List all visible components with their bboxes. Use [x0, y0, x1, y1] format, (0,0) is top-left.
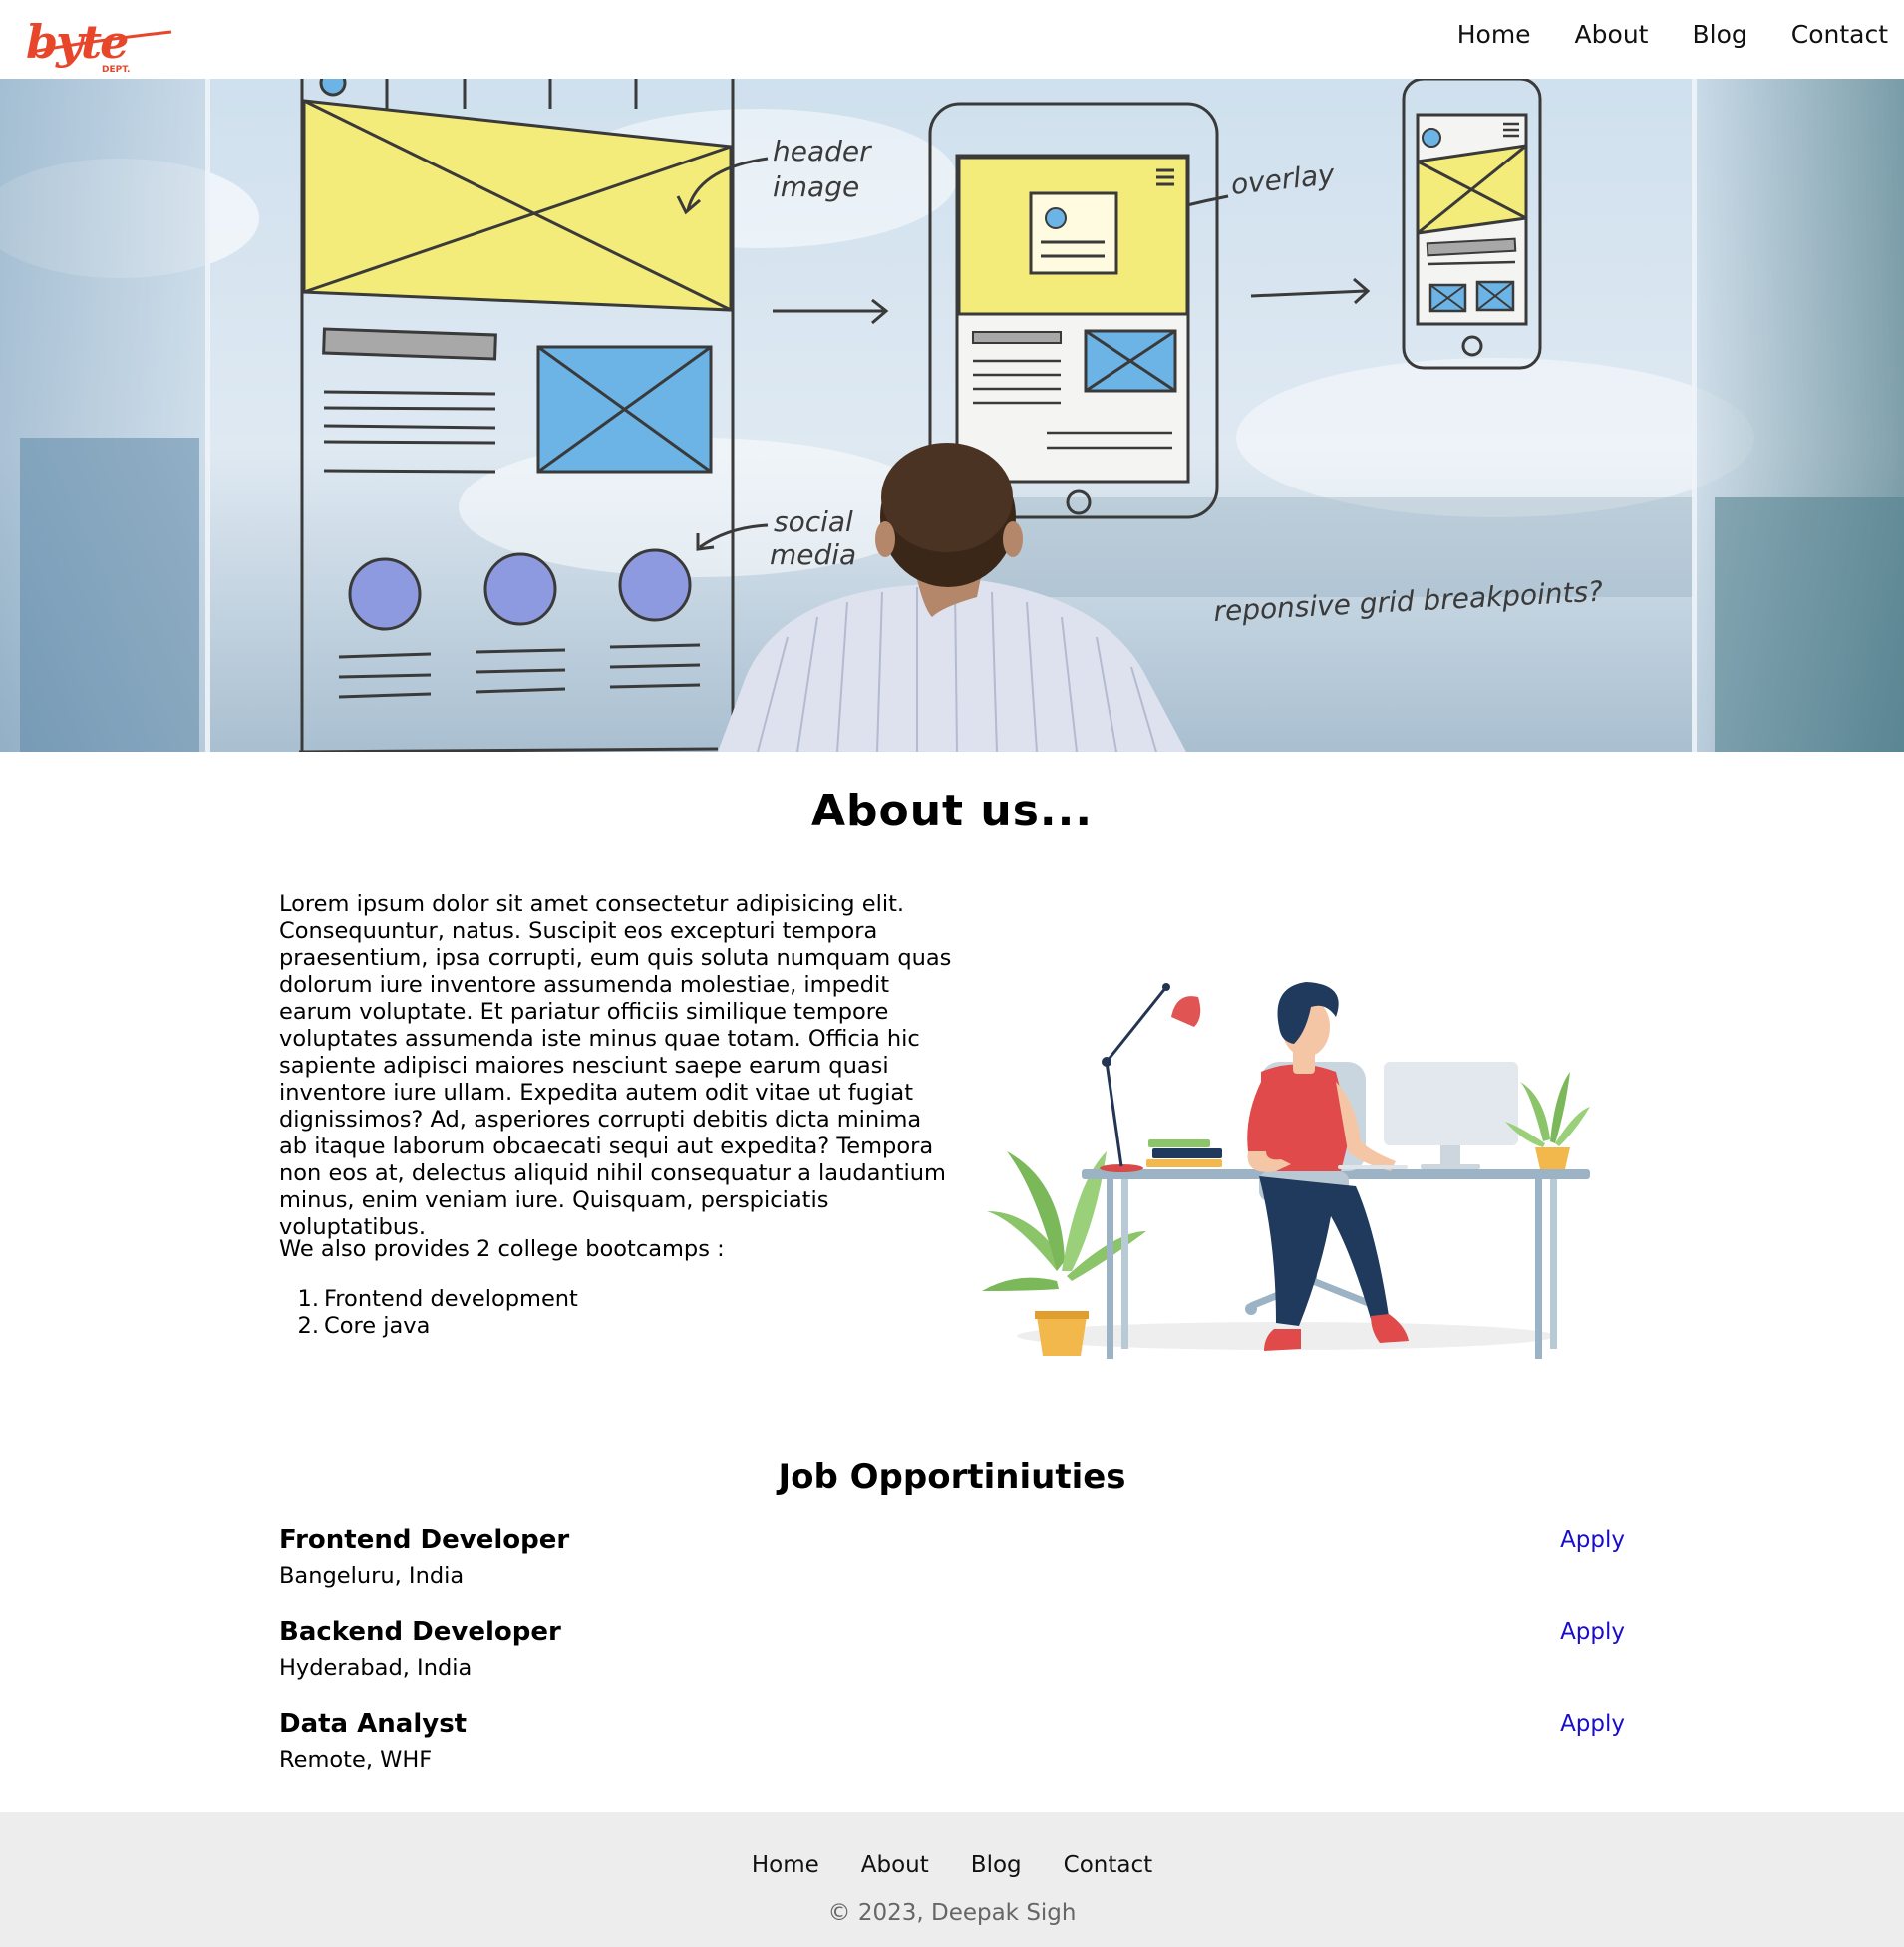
hero-label-social-2: media: [770, 538, 856, 571]
jobs-title: Job Opportiniuties: [778, 1458, 1126, 1497]
brand-logo-sub: DEPT.: [102, 65, 130, 74]
job-title: Data Analyst: [279, 1709, 468, 1739]
apply-link[interactable]: Apply: [1560, 1619, 1625, 1645]
job-listing: Frontend Developer Bangeluru, India Appl…: [279, 1525, 1625, 1605]
bootcamp-item: 1. Frontend development: [279, 1286, 578, 1313]
job-title: Backend Developer: [279, 1617, 561, 1647]
bootcamps-list: 1. Frontend development 2. Core java: [279, 1286, 578, 1340]
footer-home-link[interactable]: Home: [752, 1852, 819, 1878]
hero-label-header-2: image: [773, 170, 859, 203]
bootcamp-label: Core java: [324, 1313, 431, 1339]
desk-illustration: [982, 982, 1590, 1359]
job-location: Hyderabad, India: [279, 1655, 473, 1681]
apply-link[interactable]: Apply: [1560, 1527, 1625, 1553]
footer-contact-link[interactable]: Contact: [1064, 1852, 1152, 1878]
hero-image: header image overlay social media repons…: [0, 79, 1904, 752]
bootcamp-number: 1.: [297, 1286, 319, 1312]
job-title: Frontend Developer: [279, 1525, 570, 1555]
bootcamp-number: 2.: [297, 1313, 319, 1339]
footer-about-link[interactable]: About: [861, 1852, 929, 1878]
main-nav: Home About Blog Contact: [1457, 20, 1888, 49]
hero-label-social-1: social: [774, 505, 853, 538]
navbar: byte DEPT. Home About Blog Contact: [0, 0, 1904, 79]
hero-label-header-1: header: [773, 135, 872, 167]
bootcamps-heading: We also provides 2 college bootcamps :: [279, 1236, 725, 1262]
nav-blog-link[interactable]: Blog: [1692, 20, 1746, 49]
brand-logo[interactable]: byte DEPT.: [26, 18, 175, 74]
bootcamp-item: 2. Core java: [279, 1313, 578, 1340]
job-listing: Backend Developer Hyderabad, India Apply: [279, 1617, 1625, 1697]
nav-contact-link[interactable]: Contact: [1791, 20, 1888, 49]
copyright-text: © 2023, Deepak Sigh: [827, 1900, 1077, 1926]
about-title: About us...: [810, 786, 1094, 836]
footer-nav: Home About Blog Contact: [0, 1852, 1904, 1878]
apply-link[interactable]: Apply: [1560, 1711, 1625, 1737]
footer-blog-link[interactable]: Blog: [971, 1852, 1022, 1878]
hero-banner: header image overlay social media repons…: [0, 79, 1904, 752]
job-location: Bangeluru, India: [279, 1563, 465, 1589]
footer: Home About Blog Contact © 2023, Deepak S…: [0, 1812, 1904, 1947]
bootcamp-label: Frontend development: [324, 1286, 578, 1312]
nav-about-link[interactable]: About: [1575, 20, 1649, 49]
job-listing: Data Analyst Remote, WHF Apply: [279, 1709, 1625, 1788]
about-paragraph: Lorem ipsum dolor sit amet consectetur a…: [279, 891, 952, 1240]
nav-home-link[interactable]: Home: [1457, 20, 1531, 49]
job-location: Remote, WHF: [279, 1747, 433, 1773]
